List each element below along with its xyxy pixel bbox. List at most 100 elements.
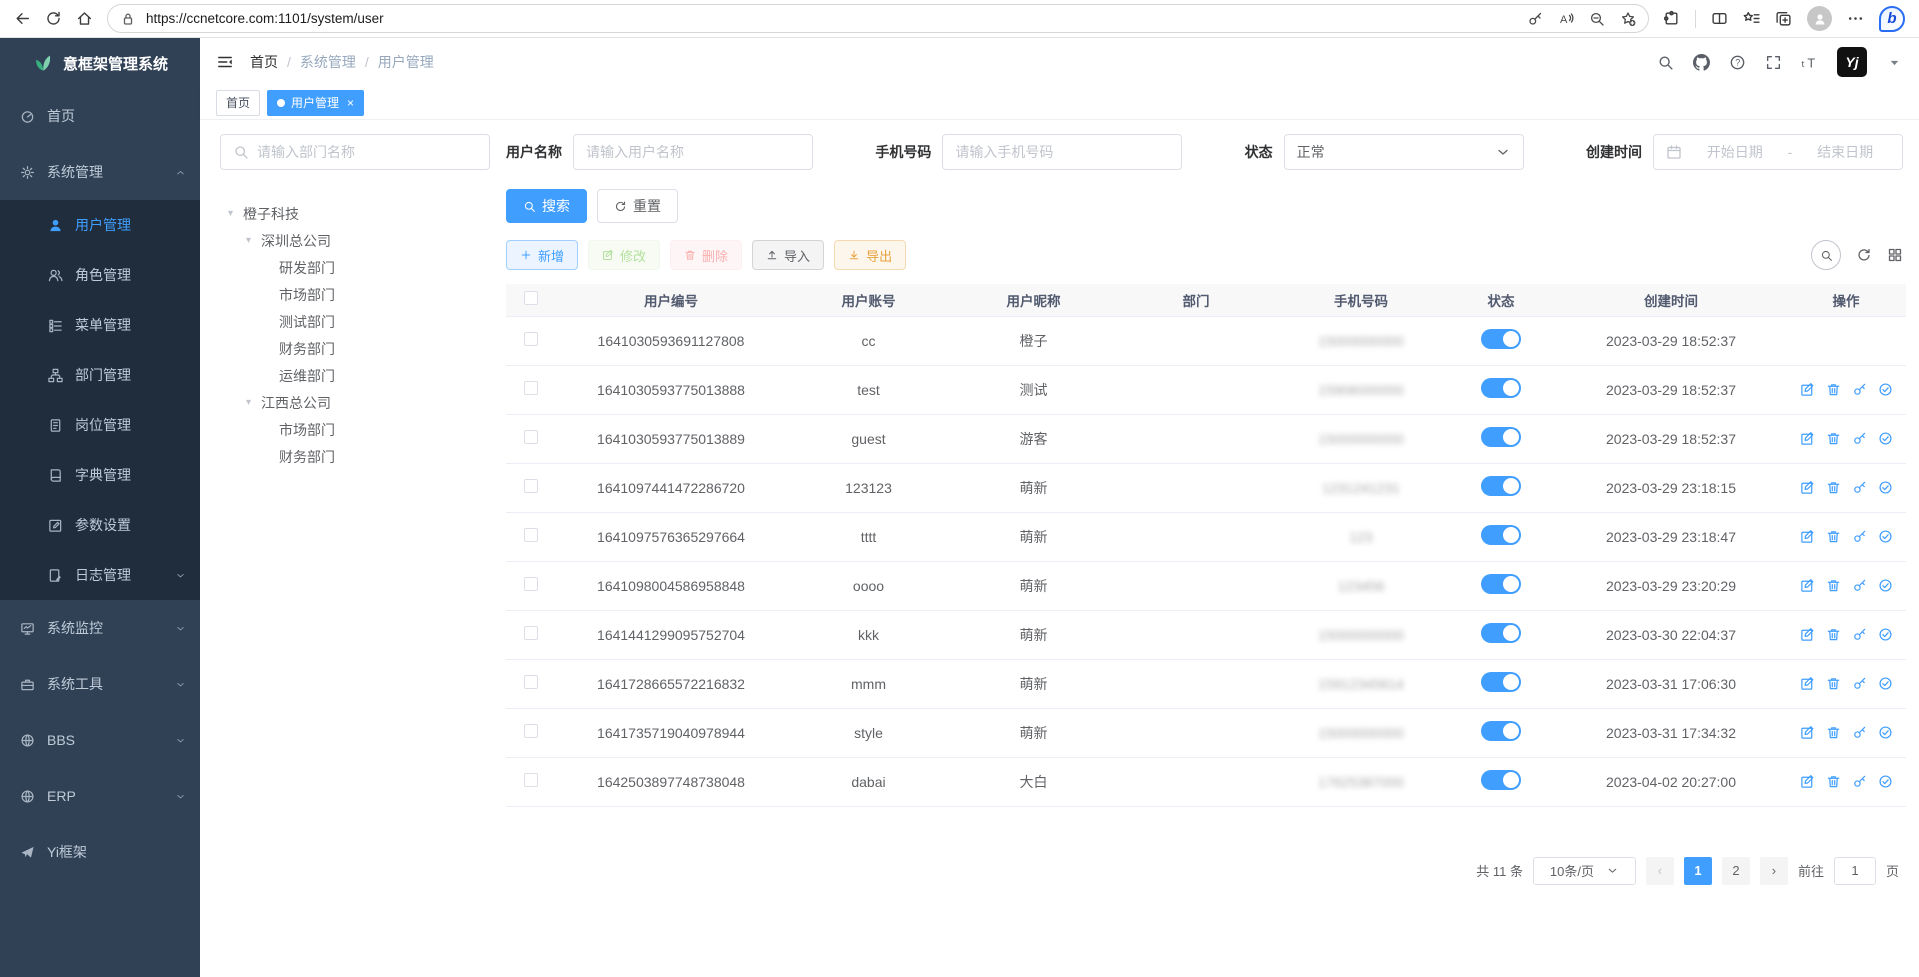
breadcrumb-item[interactable]: 首页	[250, 52, 278, 72]
more-options-icon[interactable]	[1847, 10, 1864, 27]
row-delete-icon[interactable]	[1826, 382, 1841, 397]
page-button-1[interactable]: 1	[1684, 857, 1712, 885]
row-edit-icon[interactable]	[1800, 382, 1815, 397]
row-reset-password-icon[interactable]	[1852, 725, 1867, 740]
sidebar-item-系统工具[interactable]: 系统工具	[0, 656, 200, 712]
sidebar-item-系统管理[interactable]: 系统管理	[0, 144, 200, 200]
status-toggle[interactable]	[1481, 525, 1521, 545]
row-checkbox[interactable]	[524, 675, 538, 689]
tree-node-运维部门[interactable]: 运维部门	[220, 362, 490, 389]
goto-page-input[interactable]	[1834, 857, 1876, 885]
tree-expand-icon[interactable]: ▾	[246, 235, 261, 246]
sidebar-item-首页[interactable]: 首页	[0, 88, 200, 144]
sidebar-item-系统监控[interactable]: 系统监控	[0, 600, 200, 656]
dept-search-input[interactable]	[257, 144, 477, 160]
row-assign-role-icon[interactable]	[1878, 382, 1893, 397]
prev-page-button[interactable]: ‹	[1646, 857, 1674, 885]
row-delete-icon[interactable]	[1826, 774, 1841, 789]
row-reset-password-icon[interactable]	[1852, 774, 1867, 789]
search-button[interactable]: 搜索	[506, 189, 587, 223]
tree-node-市场部门[interactable]: 市场部门	[220, 416, 490, 443]
sidebar-item-ERP[interactable]: ERP	[0, 768, 200, 824]
row-checkbox[interactable]	[524, 724, 538, 738]
row-delete-icon[interactable]	[1826, 676, 1841, 691]
sidebar-item-字典管理[interactable]: 字典管理	[0, 450, 200, 500]
app-logo[interactable]: 意框架管理系统	[0, 38, 200, 88]
row-checkbox[interactable]	[524, 479, 538, 493]
row-assign-role-icon[interactable]	[1878, 774, 1893, 789]
sidebar-item-部门管理[interactable]: 部门管理	[0, 350, 200, 400]
row-reset-password-icon[interactable]	[1852, 578, 1867, 593]
row-delete-icon[interactable]	[1826, 529, 1841, 544]
collapse-sidebar-icon[interactable]	[216, 53, 234, 71]
delete-button[interactable]: 删除	[670, 240, 742, 270]
row-delete-icon[interactable]	[1826, 578, 1841, 593]
tree-expand-icon[interactable]: ▾	[246, 397, 261, 408]
close-icon[interactable]: ×	[347, 96, 354, 110]
row-edit-icon[interactable]	[1800, 774, 1815, 789]
tree-node-财务部门[interactable]: 财务部门	[220, 443, 490, 470]
reset-button[interactable]: 重置	[597, 189, 678, 223]
address-bar[interactable]: https://ccnetcore.com:1101/system/user A	[107, 4, 1649, 33]
page-size-select[interactable]: 10条/页	[1533, 857, 1636, 885]
row-checkbox[interactable]	[524, 430, 538, 444]
url-text[interactable]: https://ccnetcore.com:1101/system/user	[146, 11, 1517, 26]
breadcrumb-item[interactable]: 系统管理	[300, 52, 356, 72]
next-page-button[interactable]: ›	[1760, 857, 1788, 885]
date-range-picker[interactable]: 开始日期 - 结束日期	[1653, 134, 1903, 170]
tree-node-深圳总公司[interactable]: ▾深圳总公司	[220, 227, 490, 254]
fullscreen-icon[interactable]	[1765, 54, 1782, 71]
sidebar-item-用户管理[interactable]: 用户管理	[0, 200, 200, 250]
status-toggle[interactable]	[1481, 721, 1521, 741]
row-assign-role-icon[interactable]	[1878, 480, 1893, 495]
sidebar-item-参数设置[interactable]: 参数设置	[0, 500, 200, 550]
row-assign-role-icon[interactable]	[1878, 529, 1893, 544]
row-checkbox[interactable]	[524, 332, 538, 346]
font-size-icon[interactable]: tT	[1801, 54, 1818, 71]
row-assign-role-icon[interactable]	[1878, 578, 1893, 593]
row-assign-role-icon[interactable]	[1878, 676, 1893, 691]
tree-expand-icon[interactable]: ▾	[228, 208, 243, 219]
row-checkbox[interactable]	[524, 773, 538, 787]
row-assign-role-icon[interactable]	[1878, 431, 1893, 446]
row-reset-password-icon[interactable]	[1852, 480, 1867, 495]
sidebar-item-BBS[interactable]: BBS	[0, 712, 200, 768]
sidebar-item-菜单管理[interactable]: 菜单管理	[0, 300, 200, 350]
tree-node-测试部门[interactable]: 测试部门	[220, 308, 490, 335]
row-edit-icon[interactable]	[1800, 431, 1815, 446]
toggle-search-button[interactable]	[1811, 240, 1841, 270]
sidebar-item-Yi框架[interactable]: Yi框架	[0, 824, 200, 880]
home-icon[interactable]	[76, 10, 93, 27]
sidebar-item-日志管理[interactable]: 日志管理	[0, 550, 200, 600]
status-toggle[interactable]	[1481, 623, 1521, 643]
header-search-icon[interactable]	[1657, 54, 1674, 71]
browser-profile-avatar[interactable]	[1807, 6, 1832, 31]
row-reset-password-icon[interactable]	[1852, 382, 1867, 397]
toggle-columns-icon[interactable]	[1887, 247, 1903, 263]
row-edit-icon[interactable]	[1800, 578, 1815, 593]
sidebar-item-角色管理[interactable]: 角色管理	[0, 250, 200, 300]
row-checkbox[interactable]	[524, 626, 538, 640]
back-arrow-icon[interactable]	[14, 10, 31, 27]
tree-node-财务部门[interactable]: 财务部门	[220, 335, 490, 362]
row-reset-password-icon[interactable]	[1852, 431, 1867, 446]
status-toggle[interactable]	[1481, 574, 1521, 594]
row-checkbox[interactable]	[524, 577, 538, 591]
row-edit-icon[interactable]	[1800, 725, 1815, 740]
sidebar-item-岗位管理[interactable]: 岗位管理	[0, 400, 200, 450]
favorite-add-icon[interactable]	[1620, 11, 1636, 27]
row-edit-icon[interactable]	[1800, 676, 1815, 691]
status-toggle[interactable]	[1481, 672, 1521, 692]
user-avatar[interactable]: Yj	[1837, 47, 1867, 77]
tree-node-市场部门[interactable]: 市场部门	[220, 281, 490, 308]
status-toggle[interactable]	[1481, 427, 1521, 447]
read-aloud-icon[interactable]: A	[1558, 11, 1574, 27]
status-toggle[interactable]	[1481, 329, 1521, 349]
tree-node-橙子科技[interactable]: ▾橙子科技	[220, 200, 490, 227]
status-toggle[interactable]	[1481, 378, 1521, 398]
password-key-icon[interactable]	[1527, 11, 1543, 27]
row-delete-icon[interactable]	[1826, 431, 1841, 446]
row-reset-password-icon[interactable]	[1852, 529, 1867, 544]
page-button-2[interactable]: 2	[1722, 857, 1750, 885]
collections-icon[interactable]	[1775, 10, 1792, 27]
